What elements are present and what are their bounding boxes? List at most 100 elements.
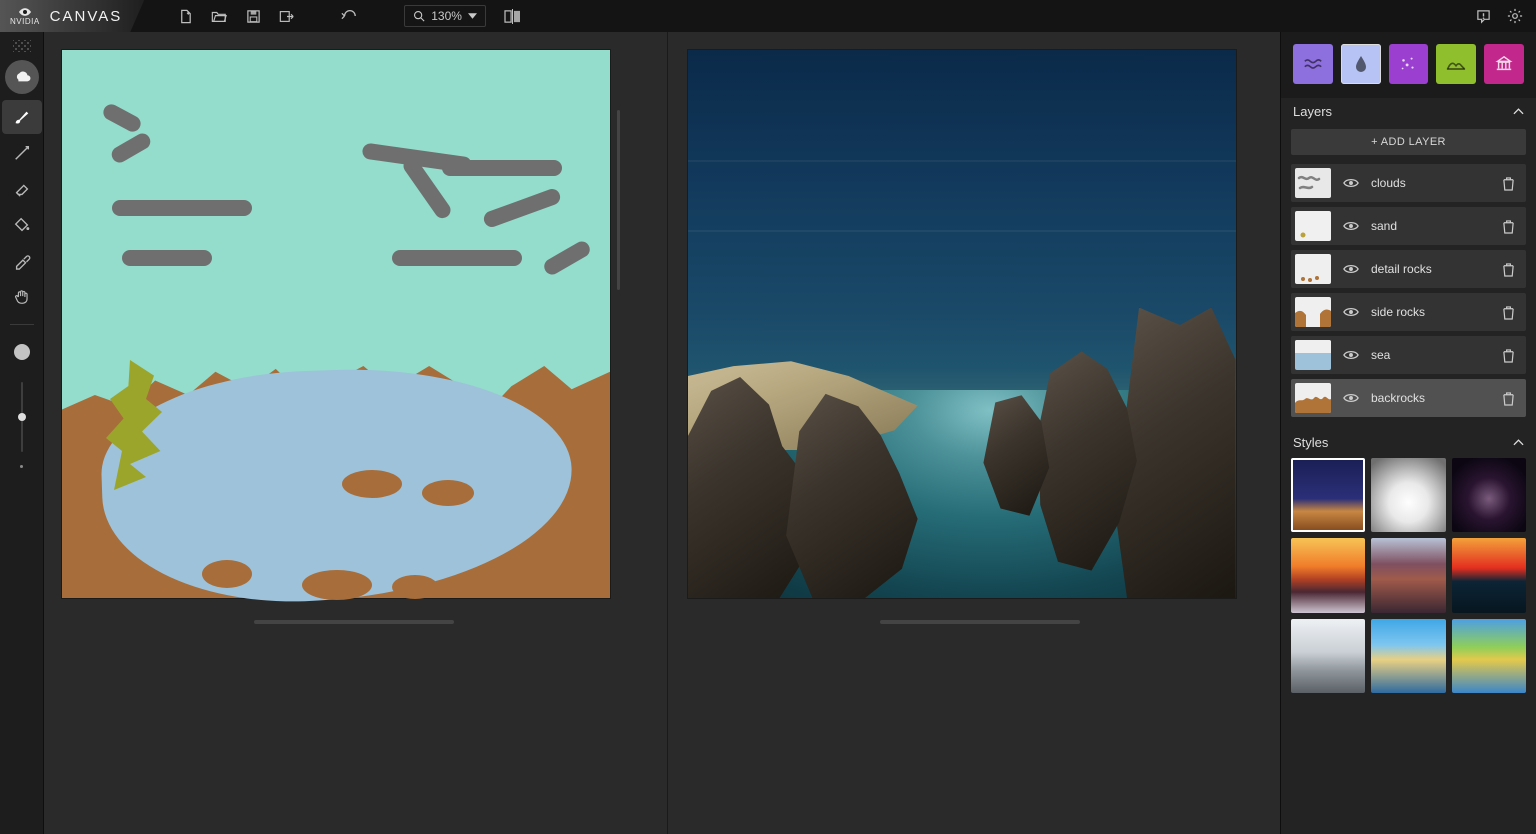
material-palette — [1281, 32, 1536, 98]
seg-blob — [422, 480, 474, 506]
seg-cloud — [122, 250, 212, 266]
settings-button[interactable] — [1500, 4, 1530, 28]
layer-thumbnail — [1295, 254, 1331, 284]
new-file-button[interactable] — [170, 4, 200, 28]
open-file-button[interactable] — [204, 4, 234, 28]
workspace — [44, 32, 1280, 834]
material-stars[interactable] — [1389, 44, 1429, 84]
render-canvas[interactable] — [688, 50, 1236, 598]
style-preset[interactable] — [1371, 538, 1445, 612]
chevron-up-icon — [1513, 108, 1524, 115]
horizontal-scrollbar[interactable] — [254, 620, 454, 624]
save-file-button[interactable] — [238, 4, 268, 28]
visibility-toggle[interactable] — [1341, 173, 1361, 193]
render-panel — [688, 50, 1273, 820]
compare-split-button[interactable] — [498, 4, 528, 28]
export-button[interactable] — [272, 4, 302, 28]
layer-thumbnail — [1295, 340, 1331, 370]
file-actions: 130% — [170, 4, 528, 28]
style-preset[interactable] — [1291, 538, 1365, 612]
split-divider[interactable] — [667, 32, 668, 834]
material-hill[interactable] — [1436, 44, 1476, 84]
layer-name: sand — [1371, 219, 1488, 233]
tool-brush[interactable] — [2, 100, 42, 134]
top-bar: NVIDIA CANVAS 130% — [0, 0, 1536, 32]
nvidia-logo-icon: NVIDIA — [10, 7, 40, 26]
sparkle-icon — [1399, 55, 1417, 73]
horizontal-scrollbar[interactable] — [880, 620, 1080, 624]
style-preset[interactable] — [1291, 619, 1365, 693]
layers-header[interactable]: Layers — [1281, 98, 1536, 125]
mini-vertical-scrollbar[interactable] — [617, 110, 620, 290]
material-structure[interactable] — [1484, 44, 1524, 84]
layer-row[interactable]: clouds — [1291, 164, 1526, 202]
segmentation-canvas[interactable] — [62, 50, 610, 598]
droplet-icon — [1354, 55, 1368, 73]
style-preset[interactable] — [1452, 458, 1526, 532]
layers-title: Layers — [1293, 104, 1332, 119]
seg-blob — [392, 575, 438, 599]
waves-icon — [1303, 57, 1323, 71]
app-title: CANVAS — [50, 8, 123, 25]
visibility-toggle[interactable] — [1341, 259, 1361, 279]
landmark-icon — [1495, 55, 1513, 73]
styles-body — [1281, 456, 1536, 707]
style-preset[interactable] — [1291, 458, 1365, 532]
material-water[interactable] — [1293, 44, 1333, 84]
layer-thumbnail — [1295, 168, 1331, 198]
styles-header[interactable]: Styles — [1281, 429, 1536, 456]
brush-dot-icon — [14, 344, 30, 360]
tool-eraser[interactable] — [5, 172, 39, 206]
tool-fill[interactable] — [5, 208, 39, 242]
hill-icon — [1446, 57, 1466, 71]
seg-blob — [302, 570, 372, 600]
visibility-toggle[interactable] — [1341, 216, 1361, 236]
undo-button[interactable] — [334, 4, 364, 28]
layer-row[interactable]: detail rocks — [1291, 250, 1526, 288]
layer-row[interactable]: sea — [1291, 336, 1526, 374]
delete-layer-button[interactable] — [1498, 388, 1518, 408]
style-preset[interactable] — [1452, 619, 1526, 693]
delete-layer-button[interactable] — [1498, 345, 1518, 365]
tool-material[interactable] — [5, 60, 39, 94]
zoom-control[interactable]: 130% — [404, 5, 486, 27]
layer-row[interactable]: sand — [1291, 207, 1526, 245]
chevron-up-icon — [1513, 439, 1524, 446]
style-preset[interactable] — [1452, 538, 1526, 612]
visibility-toggle[interactable] — [1341, 302, 1361, 322]
delete-layer-button[interactable] — [1498, 173, 1518, 193]
delete-layer-button[interactable] — [1498, 302, 1518, 322]
tool-pan[interactable] — [5, 280, 39, 314]
add-layer-button[interactable]: + ADD LAYER — [1291, 129, 1526, 155]
seg-cloud — [392, 250, 522, 266]
brush-size-slider[interactable] — [12, 377, 32, 457]
feedback-button[interactable] — [1468, 4, 1498, 28]
layer-row[interactable]: side rocks — [1291, 293, 1526, 331]
tool-eyedropper[interactable] — [5, 244, 39, 278]
grip-icon — [13, 40, 31, 52]
delete-layer-button[interactable] — [1498, 216, 1518, 236]
tool-line[interactable] — [5, 136, 39, 170]
seg-cloud — [442, 160, 562, 176]
layer-name: detail rocks — [1371, 262, 1488, 276]
segmentation-panel — [62, 50, 647, 820]
layer-name: backrocks — [1371, 391, 1488, 405]
layer-thumbnail — [1295, 297, 1331, 327]
layers-body: + ADD LAYER clouds sand detail rocks side r… — [1281, 125, 1536, 429]
delete-layer-button[interactable] — [1498, 259, 1518, 279]
layer-name: clouds — [1371, 176, 1488, 190]
style-preset[interactable] — [1371, 458, 1445, 532]
brush-size-preview[interactable] — [5, 335, 39, 369]
layer-name: sea — [1371, 348, 1488, 362]
material-sky[interactable] — [1341, 44, 1381, 84]
seg-cloud — [112, 200, 252, 216]
seg-blob — [202, 560, 252, 588]
style-preset[interactable] — [1371, 619, 1445, 693]
styles-title: Styles — [1293, 435, 1328, 450]
layer-thumbnail — [1295, 211, 1331, 241]
layer-thumbnail — [1295, 383, 1331, 413]
visibility-toggle[interactable] — [1341, 345, 1361, 365]
layer-row[interactable]: backrocks — [1291, 379, 1526, 417]
visibility-toggle[interactable] — [1341, 388, 1361, 408]
seg-blob — [342, 470, 402, 498]
